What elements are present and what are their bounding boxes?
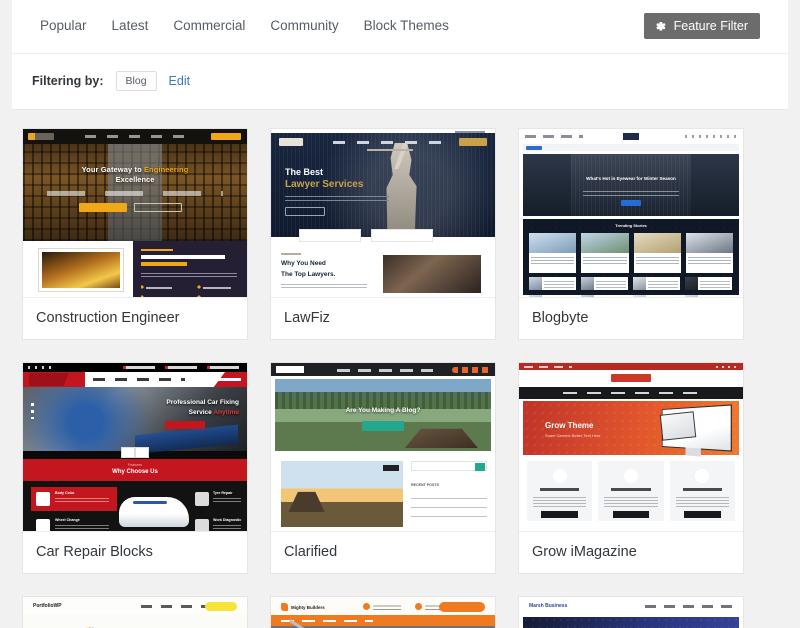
cr-section-eyebrow: Features [23,463,247,467]
theme-name-bar: Clarified [271,531,495,573]
nav-item-latest[interactable]: Latest [112,17,149,35]
nav-item-block-themes[interactable]: Block Themes [364,17,449,35]
navigation-bar: Popular Latest Commercial Community Bloc… [12,0,788,54]
theme-grid: Your Gateway to Engineering Excellence [0,110,800,628]
theme-name-bar: Grow iMagazine [519,531,743,573]
cl-hero-title: Are You Making A Blog? [271,407,495,414]
lf-about-line2: The Top Lawyers. [281,271,335,278]
theme-name: Blogbyte [532,309,730,327]
theme-directory-header: Popular Latest Commercial Community Bloc… [12,0,788,110]
theme-name: Clarified [284,543,482,561]
cl-sidebar-title: RECENT POSTS [411,483,439,487]
theme-screenshot[interactable]: Are You Making A Blog? RECENT POSTS [271,363,495,531]
cr-feature-1: Body Color [55,491,74,495]
theme-card[interactable]: Your Gateway to Engineering Excellence [22,128,248,340]
ce-hero-accent: Engineering [144,165,188,174]
theme-name: Grow iMagazine [532,543,730,561]
ce-hero-line1: Your Gateway to [82,165,142,174]
mb-logo: Mighty Builders [291,605,325,610]
cr-hero-line1: Professional Car Fixing [166,399,239,406]
cr-feature-4: Work Diagnostic [213,518,241,522]
edit-filter-link[interactable]: Edit [169,74,191,88]
bb-section-title: Trending Stories [523,223,739,228]
theme-screenshot[interactable]: The Best Lawyer Services Why You Need Th… [271,129,495,297]
theme-screenshot[interactable]: Mighty Builders BUILDING DREAMS [271,597,495,628]
theme-screenshot[interactable]: PortfolioWP Hey, 👋 [23,597,247,628]
filter-bar: Filtering by: Blog Edit [12,54,788,109]
theme-card[interactable]: Marsh Business Marsh Business [518,596,744,628]
theme-card[interactable]: Professional Car Fixing Service Anytime … [22,362,248,574]
theme-name: LawFiz [284,309,482,327]
bb-hero-title: What's Hot in Eyewear for Winter Season [571,176,692,181]
theme-screenshot[interactable]: Your Gateway to Engineering Excellence [23,129,247,297]
theme-screenshot[interactable]: What's Hot in Eyewear for Winter Season … [519,129,743,297]
cr-section-title: Why Choose Us [23,469,247,475]
theme-name-bar: LawFiz [271,297,495,339]
ms-logo: Marsh Business [529,603,567,609]
cr-hero-accent: Anytime [213,409,239,416]
filter-tag-blog[interactable]: Blog [116,71,157,91]
theme-card[interactable]: The Best Lawyer Services Why You Need Th… [270,128,496,340]
gear-icon [654,20,667,33]
cr-feature-2: Tyre Repair [213,491,233,495]
theme-name-bar: Blogbyte [519,297,743,339]
theme-screenshot[interactable]: Marsh Business [519,597,743,628]
nav-item-commercial[interactable]: Commercial [173,17,245,35]
theme-card[interactable]: Mighty Builders BUILDING DREAMS Mighty B… [270,596,496,628]
lf-hero-line2: Lawyer Services [285,179,363,190]
cr-hero-line2: Service [189,409,212,416]
gr-hero-subtitle: Some Generic Better Text Here [545,433,601,438]
pf-logo: PortfolioWP [33,603,62,609]
theme-screenshot[interactable]: Professional Car Fixing Service Anytime … [23,363,247,531]
theme-name: Car Repair Blocks [36,543,234,561]
feature-filter-button[interactable]: Feature Filter [644,13,760,39]
theme-card[interactable]: PortfolioWP Hey, 👋 PortfolioWP [22,596,248,628]
theme-card[interactable]: Are You Making A Blog? RECENT POSTS Clar… [270,362,496,574]
theme-name-bar: Car Repair Blocks [23,531,247,573]
filtering-by-label: Filtering by: [32,74,104,88]
lf-about-line1: Why You Need [281,260,326,267]
nav-item-community[interactable]: Community [270,17,338,35]
nav-links: Popular Latest Commercial Community Bloc… [40,17,449,35]
theme-card[interactable]: What's Hot in Eyewear for Winter Season … [518,128,744,340]
gr-hero-title: Grow Theme [545,421,593,430]
cr-feature-3: Wheel Change [55,518,80,522]
theme-name-bar: Construction Engineer [23,297,247,339]
nav-item-popular[interactable]: Popular [40,17,87,35]
ce-hero-line2: Excellence [23,175,247,184]
theme-screenshot[interactable]: Grow Theme Some Generic Better Text Here [519,363,743,531]
lf-hero-line1: The Best [285,167,323,177]
theme-name: Construction Engineer [36,309,234,327]
theme-card[interactable]: Grow Theme Some Generic Better Text Here… [518,362,744,574]
feature-filter-label: Feature Filter [674,19,748,33]
